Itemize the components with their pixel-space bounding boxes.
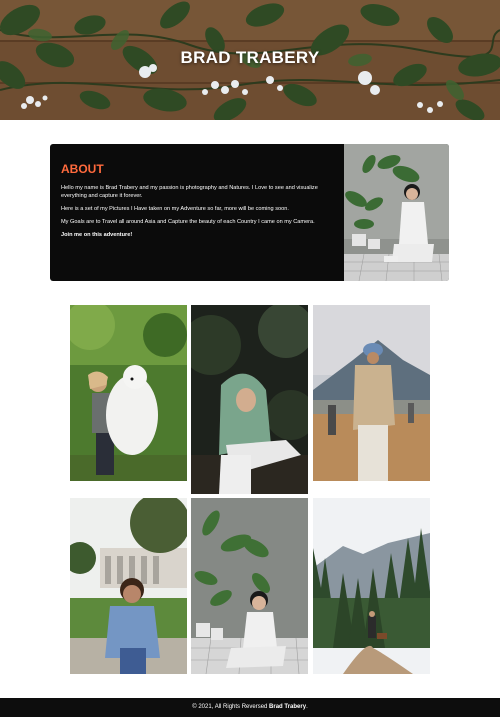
footer-copyright: © 2021, All Rights Reversed xyxy=(192,704,270,710)
smiling-woman-denim-jacket-photo[interactable] xyxy=(70,498,187,674)
about-paragraph-pictures: Here is a set of my Pictures I Have take… xyxy=(61,206,289,212)
woman-with-white-dog-photo[interactable] xyxy=(70,305,187,481)
about-closing-line: Join me on this adventure! xyxy=(61,232,133,238)
about-card: ABOUT Hello my name is Brad Trabery and … xyxy=(50,144,449,281)
hiker-with-dog-forest-photo[interactable] xyxy=(313,498,430,674)
footer: © 2021, All Rights Reversed Brad Trabery… xyxy=(0,698,500,717)
site-title: BRAD TRABERY xyxy=(180,48,320,67)
woman-with-plants-photo xyxy=(344,144,449,281)
man-walking-toward-mountain-photo[interactable] xyxy=(313,305,430,481)
hero-banner: BRAD TRABERY xyxy=(0,0,500,120)
about-paragraph-intro: Hello my name is Brad Trabery and my pas… xyxy=(61,185,318,199)
footer-period: . xyxy=(306,704,308,710)
about-text-block: ABOUT Hello my name is Brad Trabery and … xyxy=(61,158,341,244)
about-paragraph-goals: My Goals are to Travel all around Asia a… xyxy=(61,219,315,225)
about-heading: ABOUT xyxy=(61,162,104,176)
woman-in-hijab-photo[interactable] xyxy=(191,305,308,494)
woman-with-plants-gallery-photo[interactable] xyxy=(191,498,308,674)
footer-owner-name: Brad Trabery xyxy=(269,704,307,710)
